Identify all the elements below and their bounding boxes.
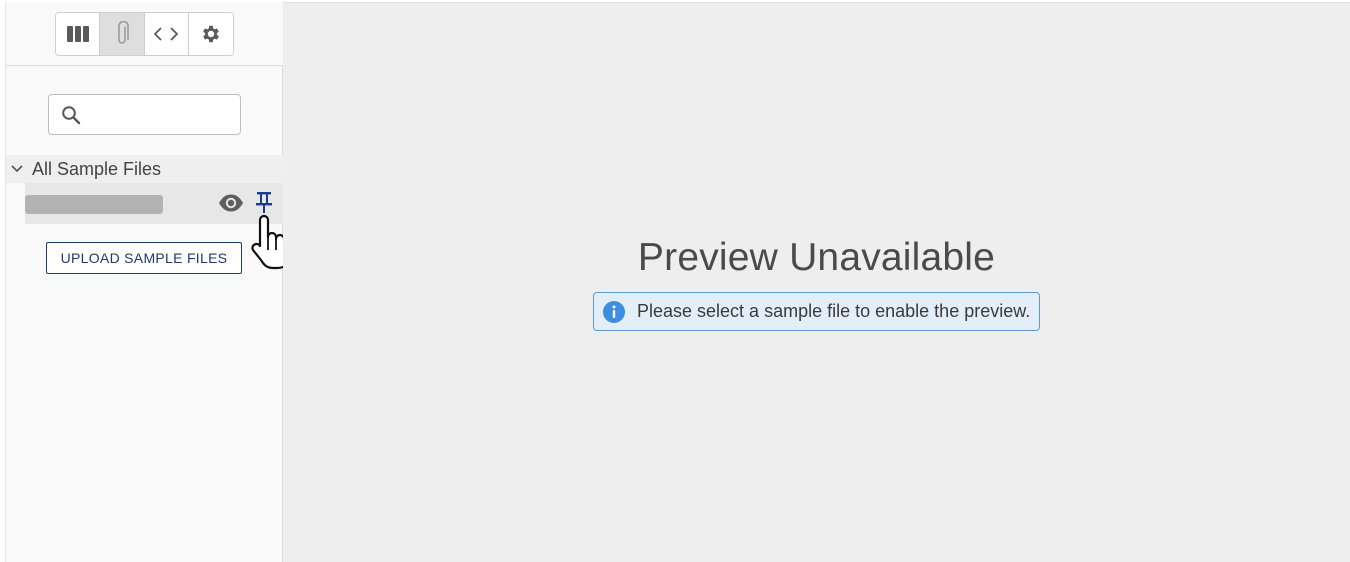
columns-button[interactable]	[56, 13, 101, 55]
sidebar: All Sample Files UPLOAD SAMPLE FILES	[5, 2, 283, 562]
code-button[interactable]	[144, 13, 189, 55]
eye-icon[interactable]	[218, 193, 244, 218]
tree-root-all-sample-files[interactable]: All Sample Files	[6, 155, 283, 183]
info-message: Please select a sample file to enable th…	[637, 301, 1031, 321]
view-toggle-group	[55, 12, 234, 56]
chevron-down-icon[interactable]	[10, 162, 24, 176]
redacted-file-name	[25, 195, 163, 214]
settings-button[interactable]	[188, 13, 233, 55]
tree-root-label: All Sample Files	[32, 158, 162, 179]
search-icon	[62, 106, 81, 125]
pin-icon[interactable]	[255, 190, 273, 221]
search-box	[48, 94, 241, 135]
search-input[interactable]	[89, 101, 234, 129]
gear-icon	[202, 25, 219, 43]
columns-icon	[66, 26, 89, 42]
preview-panel: Preview Unavailable Please select a samp…	[283, 2, 1350, 562]
upload-sample-files-button[interactable]: UPLOAD SAMPLE FILES	[46, 242, 242, 274]
info-alert: Please select a sample file to enable th…	[593, 292, 1040, 331]
paperclip-icon	[118, 21, 129, 44]
code-icon	[154, 27, 179, 41]
sample-file-row[interactable]	[25, 183, 283, 224]
attachments-button[interactable]	[100, 13, 145, 55]
preview-title: Preview Unavailable	[637, 236, 996, 279]
sidebar-toolbar	[6, 2, 283, 66]
info-icon	[603, 300, 625, 323]
